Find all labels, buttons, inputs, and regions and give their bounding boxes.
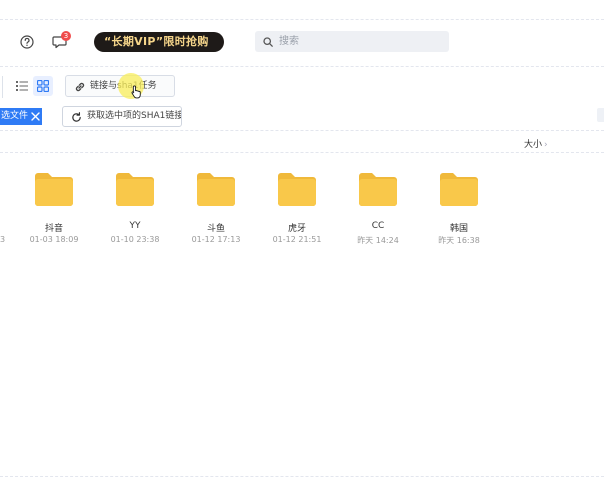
folder-date: 01-12 21:51 [272,235,322,244]
grid-view-icon [37,80,49,92]
folder-name: CC [371,221,385,231]
get-sha1-link-label: 获取选中项的SHA1链接 [87,111,182,121]
folder-item[interactable]: 虎牙 01-12 21:51 [257,171,337,251]
chevron-right-icon: › [544,140,548,150]
search-input[interactable] [279,31,444,52]
folder-icon [359,173,397,206]
close-icon[interactable] [31,112,40,121]
folder-item[interactable]: 斗鱼 01-12 17:13 [176,171,256,251]
selected-files-chip: 选文件 [0,108,42,125]
hand-cursor-icon [131,85,141,99]
folder-name: 斗鱼 [206,224,225,234]
search-box[interactable] [255,31,449,52]
folder-date: 01-10 23:38 [110,235,160,244]
divider [0,66,604,67]
folder-icon [278,173,316,206]
folder-item[interactable]: 韩国昨天 16:38 [419,171,499,251]
folder-name: 韩国 [449,224,468,234]
folder-date: 01-12 17:13 [191,235,241,244]
get-sha1-link-button[interactable]: 获取选中项的SHA1链接 [62,106,182,127]
right-edge-tab [597,108,604,122]
link-icon [75,82,85,92]
help-icon[interactable] [20,35,34,49]
folder-date: 昨天 14:24 [357,236,399,245]
folder-name: YY [129,221,141,231]
folder-date: 昨天 16:38 [438,236,480,245]
folder-icon [440,173,478,206]
list-view-icon[interactable] [16,80,28,92]
search-icon [263,37,273,47]
folder-item[interactable]: CC 昨天 14:24 [338,171,418,251]
folder-name: 虎牙 [287,224,306,234]
partial-item-date: 3 [0,235,6,244]
top-bar: 3 “长期VIP”限时抢购 [0,20,604,64]
selected-files-label: 选文件 [1,111,29,121]
sort-by-size[interactable]: 大小 › [524,137,548,150]
vip-promo-banner[interactable]: “长期VIP”限时抢购 [94,32,224,52]
folder-item[interactable]: YY 01-10 23:38 [95,171,175,251]
folder-icon [116,173,154,206]
folder-item[interactable]: 抖音 01-03 18:09 [14,171,94,251]
folder-icon [197,173,235,206]
toolbar-edge [0,76,3,98]
divider [0,130,604,131]
message-badge: 3 [61,31,71,41]
folder-icon [35,173,73,206]
size-column-label: 大小 [524,140,543,150]
bottom-frame-border [0,476,604,477]
folder-name: 抖音 [44,224,63,234]
folder-date: 01-03 18:09 [29,235,79,244]
refresh-icon [72,112,81,122]
divider [0,152,604,153]
top-frame-border [0,0,604,20]
grid-view-button[interactable] [33,76,53,96]
